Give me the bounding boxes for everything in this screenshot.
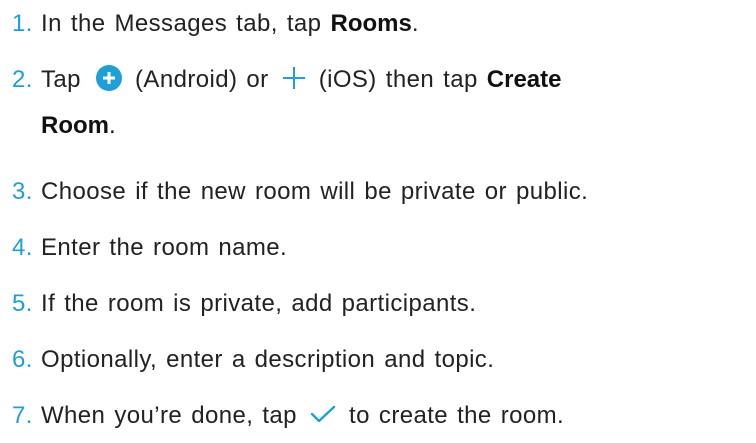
step-2-continuation: Room. [41, 106, 116, 146]
step-text: Optionally, enter a description and topi… [41, 346, 495, 373]
create-room-label-cont: Room [41, 112, 109, 139]
plus-icon [282, 66, 306, 90]
checkmark-icon [310, 405, 336, 423]
step-punctuation: . [411, 10, 419, 37]
step-4: 4. Enter the room name. [12, 228, 287, 268]
step-punctuation: . [109, 112, 116, 139]
step-number: 6. [12, 346, 33, 373]
step-number: 3. [12, 178, 33, 205]
step-text: In the Messages tab, tap [41, 10, 331, 37]
step-text: Choose if the new room will be private o… [41, 178, 589, 205]
step-7: 7. When you’re done, tap to create the ro… [12, 396, 564, 436]
step-3: 3. Choose if the new room will be private… [12, 172, 588, 212]
step-text: Enter the room name. [41, 234, 288, 261]
step-text: (iOS) then tap [309, 66, 487, 93]
step-number: 1. [12, 10, 33, 37]
step-text: to create the room. [339, 402, 565, 429]
step-number: 5. [12, 290, 33, 317]
step-5: 5. If the room is private, add participan… [12, 284, 476, 324]
step-text: When you’re done, tap [41, 402, 306, 429]
plus-circle-icon [95, 65, 122, 91]
step-text: If the room is private, add participants… [41, 290, 477, 317]
step-text: Tap [41, 66, 90, 93]
step-1: 1. In the Messages tab, tap Rooms. [12, 4, 419, 44]
rooms-label: Rooms [330, 10, 412, 37]
step-6: 6. Optionally, enter a description and to… [12, 340, 494, 380]
step-number: 4. [12, 234, 33, 261]
create-room-label: Create [486, 66, 562, 93]
step-number: 2. [12, 66, 33, 93]
step-2: 2. Tap (Android) or (iOS) then tap Create [12, 60, 561, 100]
step-number: 7. [12, 402, 33, 429]
step-text: (Android) or [125, 66, 278, 93]
